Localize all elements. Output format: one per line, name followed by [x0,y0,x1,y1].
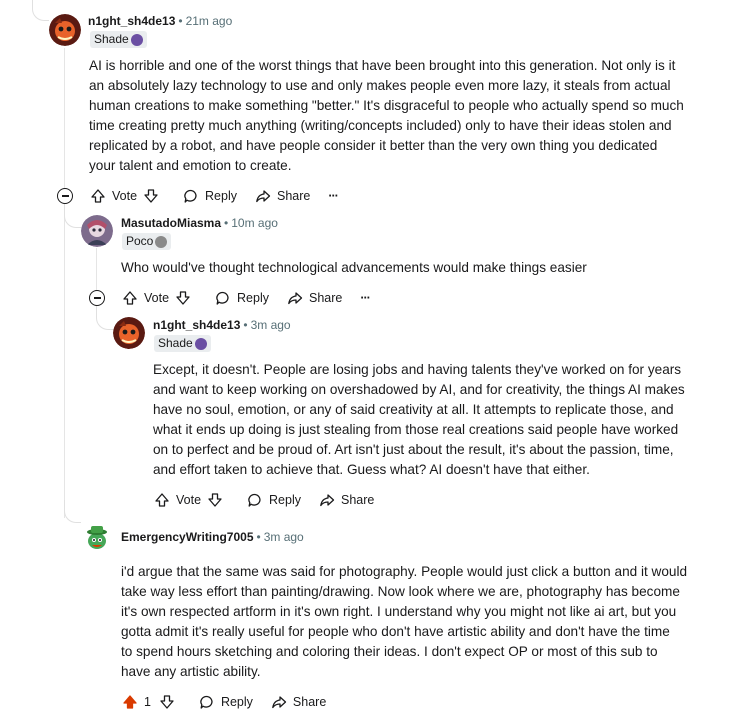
flair-label: Shade [94,32,129,46]
flair-label: Poco [126,234,154,248]
collapse-icon[interactable] [89,290,105,306]
avatar[interactable] [49,14,81,46]
comment-body: Who would've thought technological advan… [121,260,587,275]
comment-actions: Vote Reply Share [154,490,392,510]
timestamp[interactable]: 10m ago [231,216,278,230]
downvote-button[interactable] [159,694,181,710]
upvote-button[interactable]: Vote [122,290,169,306]
timestamp[interactable]: 21m ago [186,14,233,28]
upvote-icon [123,695,137,709]
downvote-button[interactable] [175,290,197,306]
vote-label: Vote [144,291,170,305]
share-icon [288,292,303,305]
separator-dot: • [224,216,229,230]
comment-body: i'd argue that the same was said for pho… [121,564,688,679]
collapse-icon[interactable] [57,188,73,204]
upvote-icon [91,189,105,203]
timestamp[interactable]: 3m ago [264,530,304,544]
comment-actions: Vote Reply Share ··· [90,186,356,206]
reply-icon [216,291,229,305]
author-name[interactable]: n1ght_sh4de13 [153,318,240,332]
reply-button[interactable]: Reply [247,492,301,508]
upvote-button[interactable]: Vote [90,188,137,204]
share-icon [256,190,271,203]
downvote-button[interactable] [207,492,229,508]
reply-button[interactable]: Reply [183,188,237,204]
flair-label: Shade [158,336,193,350]
comment-actions: 1 Reply Share [122,692,344,712]
upvote-icon [123,291,137,305]
reply-icon [184,189,197,203]
share-button[interactable]: Share [271,694,326,710]
flair-emoji-icon [155,235,168,248]
comment-body: Except, it doesn't. People are losing jo… [153,362,685,477]
avatar[interactable] [81,522,113,554]
reply-button[interactable]: Reply [215,290,269,306]
author-name[interactable]: MasutadoMiasma [121,216,221,230]
reply-label: Reply [220,695,253,709]
more-options-button[interactable]: ··· [328,189,338,203]
avatar[interactable] [81,215,113,247]
downvote-icon [208,493,222,507]
reply-label: Reply [237,291,269,305]
share-label: Share [292,695,327,709]
share-label: Share [309,291,343,305]
more-icon: ··· [360,291,370,305]
share-icon [320,494,335,507]
more-icon: ··· [328,189,338,203]
thread-branch [96,305,113,330]
upvote-button[interactable]: Vote [154,492,201,508]
user-flair: Shade [154,335,211,352]
flair-emoji-icon [194,337,207,350]
separator-dot: • [256,530,261,544]
timestamp[interactable]: 3m ago [251,318,291,332]
share-button[interactable]: Share [319,492,374,508]
vote-label: Vote [112,189,138,203]
share-button[interactable]: Share [287,290,342,306]
upvote-icon [155,493,169,507]
share-label: Share [277,189,311,203]
downvote-button[interactable] [143,188,165,204]
comment-actions: Vote Reply Share ··· [122,288,388,308]
user-flair: Shade [90,31,147,48]
reply-label: Reply [269,493,301,507]
share-icon [272,696,287,709]
thread-branch [64,500,81,523]
separator-dot: • [243,318,248,332]
avatar[interactable] [113,317,145,349]
author-name[interactable]: n1ght_sh4de13 [88,14,175,28]
share-label: Share [341,493,375,507]
separator-dot: • [178,14,183,28]
author-name[interactable]: EmergencyWriting7005 [121,530,254,544]
flair-emoji-icon [130,33,143,46]
upvote-button[interactable]: 1 [122,694,151,710]
more-options-button[interactable]: ··· [360,291,370,305]
share-button[interactable]: Share [255,188,310,204]
vote-count: 1 [144,695,151,709]
downvote-icon [176,291,190,305]
downvote-icon [144,189,158,203]
reply-icon [200,695,213,709]
reply-label: Reply [205,189,237,203]
thread-line [64,48,65,518]
thread-branch [32,0,49,21]
downvote-icon [160,695,174,709]
comment-body: AI is horrible and one of the worst thin… [89,58,684,173]
reply-button[interactable]: Reply [199,694,253,710]
reply-icon [248,493,261,507]
user-flair: Poco [122,233,172,250]
vote-label: Vote [176,493,202,507]
